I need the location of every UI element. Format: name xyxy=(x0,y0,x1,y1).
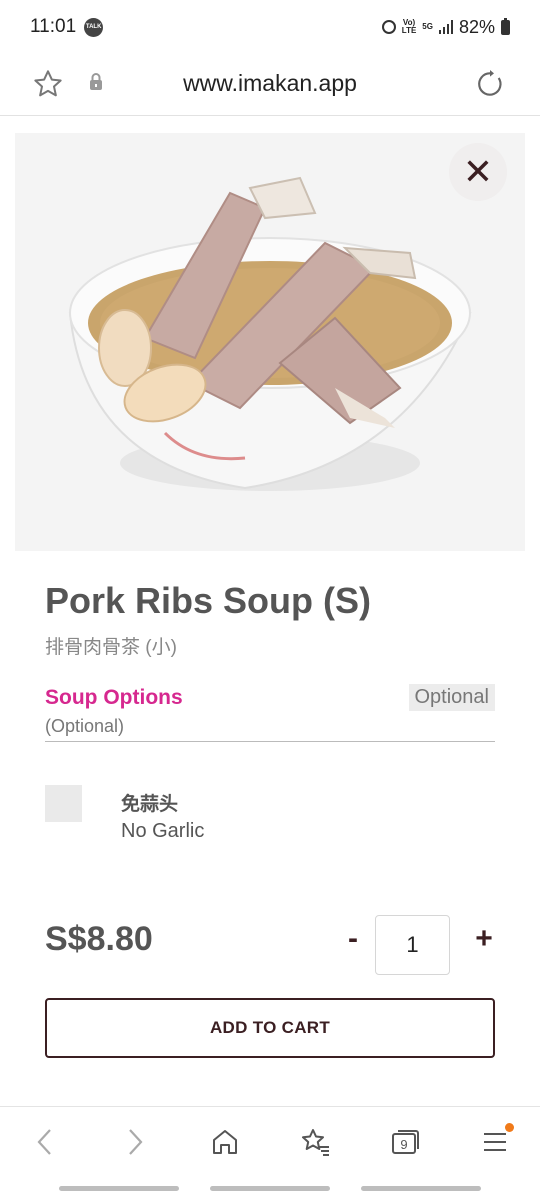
product-image: ✕ xyxy=(15,133,525,551)
volte-bottom-label: LTE xyxy=(401,26,417,35)
gesture-bar-center xyxy=(210,1186,330,1191)
bookmarks-button[interactable] xyxy=(290,1117,340,1167)
tabs-icon: 9 xyxy=(392,1129,419,1154)
browser-bottom-nav: 9 xyxy=(0,1106,540,1176)
forward-button[interactable] xyxy=(110,1117,160,1167)
signal-icon xyxy=(438,20,453,34)
status-time: 11:01 xyxy=(30,16,77,37)
gesture-bar-left xyxy=(59,1186,179,1191)
option-label-zh: 免蒜头 xyxy=(121,794,179,815)
network-5g-icon: 5G xyxy=(422,22,433,31)
talk-notification-icon: TALK xyxy=(84,17,104,37)
option-label-en: No Garlic xyxy=(121,820,205,842)
pork-ribs-soup-photo xyxy=(15,133,525,551)
home-button[interactable] xyxy=(200,1117,250,1167)
bookmarks-icon xyxy=(302,1128,329,1156)
status-bar: 11:01 TALK Vo) LTE 5G 82% xyxy=(0,0,540,54)
status-icons: Vo) LTE 5G 82% xyxy=(381,16,510,38)
add-to-cart-button[interactable]: ADD TO CART xyxy=(45,998,495,1058)
gesture-bar-right xyxy=(361,1186,481,1191)
options-subtitle: (Optional) xyxy=(45,716,125,736)
close-button[interactable]: ✕ xyxy=(449,143,507,201)
home-icon xyxy=(213,1129,237,1154)
menu-button[interactable] xyxy=(470,1117,520,1167)
battery-percent: 82% xyxy=(458,16,495,37)
quantity-increase-button[interactable]: + xyxy=(470,922,498,958)
forward-icon xyxy=(129,1128,143,1155)
option-no-garlic[interactable]: 免蒜头 No Garlic xyxy=(45,785,495,855)
soup-options-header: Soup Options (Optional) Optional xyxy=(45,684,495,742)
back-icon xyxy=(37,1128,51,1155)
battery-icon xyxy=(501,17,510,35)
back-button[interactable] xyxy=(20,1117,70,1167)
item-price: S$8.80 xyxy=(45,920,153,958)
close-icon: ✕ xyxy=(462,151,494,192)
menu-icon xyxy=(484,1132,506,1151)
options-title: Soup Options xyxy=(45,686,183,709)
quantity-input[interactable]: 1 xyxy=(375,915,450,975)
url-text[interactable]: www.imakan.app xyxy=(0,70,540,97)
reload-icon[interactable] xyxy=(474,68,506,105)
tabs-button[interactable]: 9 xyxy=(380,1117,430,1167)
no-garlic-checkbox[interactable] xyxy=(45,785,82,822)
volte-icon: Vo) LTE xyxy=(402,19,417,35)
tabs-count: 9 xyxy=(400,1137,407,1152)
optional-badge: Optional xyxy=(408,684,495,711)
item-subtitle: 排骨肉骨茶 (小) xyxy=(45,637,177,658)
item-title: Pork Ribs Soup (S) xyxy=(45,580,372,621)
notification-dot xyxy=(505,1122,514,1132)
browser-url-bar: www.imakan.app xyxy=(0,54,540,116)
alarm-icon xyxy=(381,20,396,34)
quantity-decrease-button[interactable]: - xyxy=(340,922,366,958)
